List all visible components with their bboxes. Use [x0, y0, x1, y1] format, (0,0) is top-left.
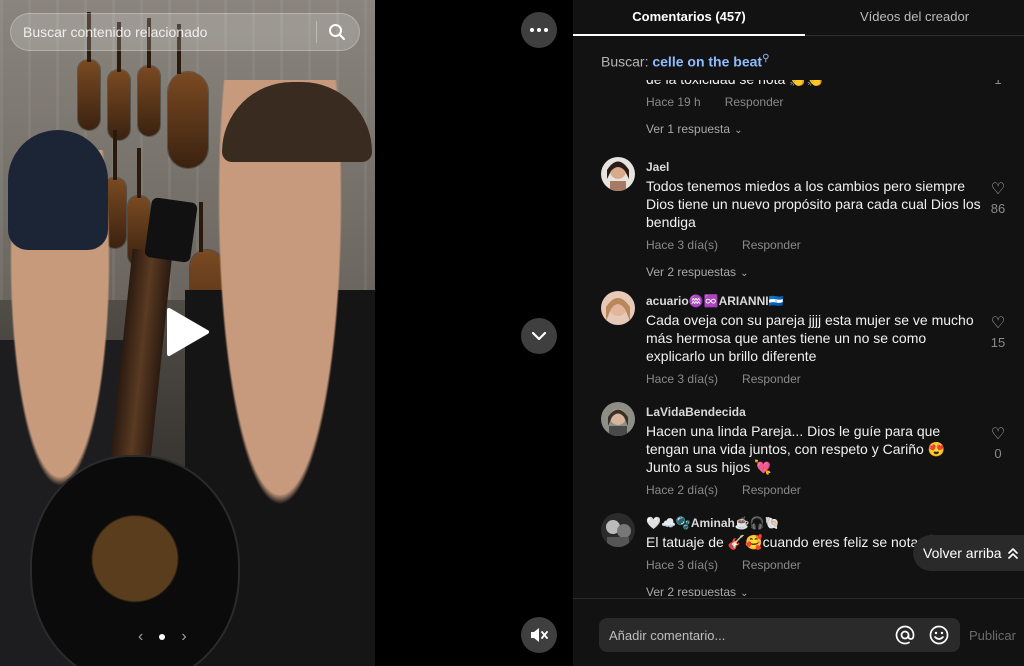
comment-meta: Hace 19 h Responder: [646, 95, 981, 109]
comment-username[interactable]: acuario♒️♾️ARIANNI🇳🇮: [646, 294, 981, 308]
chevron-down-icon: ⌄: [740, 268, 749, 279]
comment-username[interactable]: 🤍☁️🫧Aminah☕🎧🐚: [646, 516, 981, 530]
comment-meta: Hace 3 día(s) Responder: [646, 372, 981, 386]
chevron-down-icon: ⌄: [740, 588, 749, 596]
comment-input[interactable]: [609, 627, 882, 643]
heart-icon[interactable]: ♡: [987, 313, 1009, 333]
more-options-button[interactable]: [521, 12, 557, 48]
view-replies-button[interactable]: Ver 2 respuestas ⌄: [646, 585, 981, 596]
comment-text: de la toxicidad se nota 👏👏: [646, 80, 981, 88]
comment-body: LaVidaBendecida Hacen una linda Pareja..…: [646, 405, 981, 497]
search-icon[interactable]: [327, 22, 347, 42]
search-divider: [316, 21, 317, 43]
like-area: ♡ 0: [987, 424, 1009, 461]
avatar[interactable]: [601, 157, 635, 191]
more-horizontal-icon: [530, 28, 548, 32]
like-area: ♡ 15: [987, 313, 1009, 350]
tab-creator-videos[interactable]: Vídeos del creador: [805, 0, 1024, 35]
view-replies-button[interactable]: Ver 2 respuestas ⌄: [646, 265, 981, 279]
comment-time: Hace 3 día(s): [646, 372, 719, 386]
heart-icon[interactable]: ♡: [987, 179, 1009, 199]
ukulele: [108, 22, 130, 140]
like-area: 1: [987, 80, 1009, 87]
volume-muted-icon: [531, 628, 548, 642]
heart-icon[interactable]: ♡: [987, 424, 1009, 444]
chevron-down-icon: ⌄: [734, 125, 743, 136]
comment-meta: Hace 2 día(s) Responder: [646, 483, 981, 497]
acoustic-guitar: [30, 455, 240, 666]
view-replies-label: Ver 2 respuestas: [646, 585, 737, 596]
tab-comments[interactable]: Comentarios (457): [573, 0, 805, 36]
comment-input-box[interactable]: [599, 618, 960, 652]
panel-tabs: Comentarios (457) Vídeos del creador: [573, 0, 1024, 36]
back-to-top-label: Volver arriba: [923, 545, 1002, 561]
comment-body: de la toxicidad se nota 👏👏 Hace 19 h Res…: [646, 80, 981, 136]
view-replies-label: Ver 1 respuesta: [646, 122, 731, 136]
woman-hair: [8, 130, 108, 250]
mention-icon[interactable]: [894, 624, 916, 646]
reply-button[interactable]: Responder: [725, 95, 784, 109]
chevron-left-icon[interactable]: ‹: [138, 628, 143, 646]
ukulele: [78, 12, 100, 130]
reply-button[interactable]: Responder: [742, 558, 801, 572]
search-icon[interactable]: ⚲: [762, 53, 769, 64]
comment-time: Hace 3 día(s): [646, 558, 719, 572]
publish-button[interactable]: Publicar: [969, 628, 1016, 643]
comment-text: Hacen una linda Pareja... Dios le guíe p…: [646, 423, 946, 475]
guitar-head: [144, 197, 198, 263]
mute-button[interactable]: [521, 617, 557, 653]
like-count: 0: [994, 446, 1002, 461]
comment-username[interactable]: Jael: [646, 160, 981, 174]
back-to-top-button[interactable]: Volver arriba: [913, 535, 1024, 571]
like-area: ♡ 86: [987, 179, 1009, 216]
avatar[interactable]: [601, 291, 635, 325]
comment-text: Todos tenemos miedos a los cambios pero …: [646, 178, 981, 230]
comment-body: acuario♒️♾️ARIANNI🇳🇮 Cada oveja con su p…: [646, 294, 981, 386]
reply-button[interactable]: Responder: [742, 372, 801, 386]
ukulele: [138, 18, 160, 136]
emoji-icon[interactable]: [928, 624, 950, 646]
next-video-button[interactable]: [521, 318, 557, 354]
like-count: 15: [990, 335, 1006, 350]
comment-body: Jael Todos tenemos miedos a los cambios …: [646, 160, 981, 279]
view-replies-button[interactable]: Ver 1 respuesta ⌄: [646, 122, 981, 136]
comment-time: Hace 19 h: [646, 95, 701, 109]
comment-username[interactable]: LaVidaBendecida: [646, 405, 981, 419]
like-count: 1: [987, 80, 1009, 87]
related-search-bar[interactable]: [10, 13, 360, 51]
video-area: ‹ ›: [0, 0, 573, 666]
carousel-indicator: ‹ ›: [138, 628, 187, 646]
search-prefix: Buscar:: [601, 53, 649, 70]
double-chevron-up-icon: [1007, 548, 1018, 559]
play-icon[interactable]: [163, 306, 211, 358]
comment-meta: Hace 3 día(s) Responder: [646, 238, 981, 252]
chevron-right-icon[interactable]: ›: [181, 628, 186, 646]
comment-list: de la toxicidad se nota 👏👏 Hace 19 h Res…: [573, 80, 1024, 596]
reply-button[interactable]: Responder: [742, 238, 801, 252]
comment-search-suggestion: Buscar: celle on the beat⚲: [601, 53, 769, 70]
like-count: 86: [990, 201, 1006, 216]
chevron-down-icon: [531, 331, 547, 341]
comment-time: Hace 3 día(s): [646, 238, 719, 252]
carousel-dot[interactable]: [159, 634, 166, 640]
related-search-input[interactable]: [23, 24, 306, 40]
reply-button[interactable]: Responder: [742, 483, 801, 497]
avatar[interactable]: [601, 402, 635, 436]
view-replies-label: Ver 2 respuestas: [646, 265, 737, 279]
comment-composer: Publicar: [573, 598, 1024, 666]
search-query-link[interactable]: celle on the beat: [652, 54, 762, 70]
comment-time: Hace 2 día(s): [646, 483, 719, 497]
comment-text: Cada oveja con su pareja jjjj esta mujer…: [646, 312, 974, 364]
avatar[interactable]: [601, 513, 635, 547]
